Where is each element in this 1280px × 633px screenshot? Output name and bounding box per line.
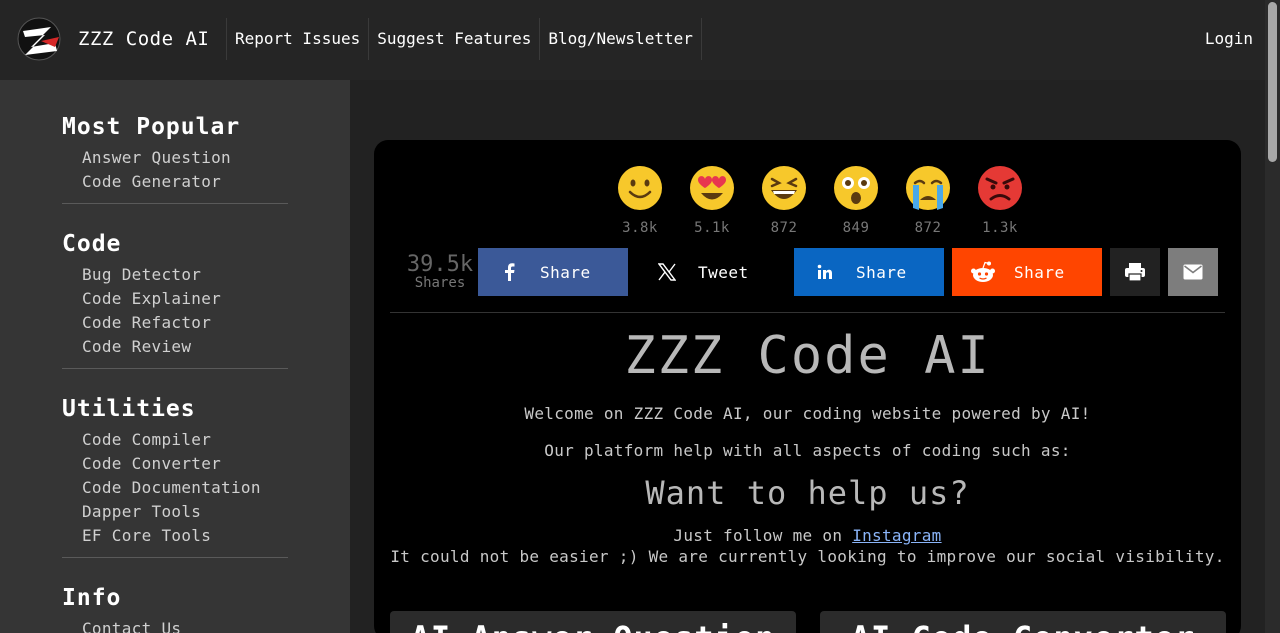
sidebar-item-dapper-tools[interactable]: Dapper Tools [62, 500, 288, 524]
share-count: 39.5k [406, 252, 474, 277]
reaction-laugh[interactable]: 872 [748, 164, 820, 236]
laughing-emoji-icon [762, 166, 806, 210]
reddit-share-button[interactable]: Share [952, 248, 1102, 296]
nav-links: Report Issues Suggest Features Blog/News… [226, 18, 702, 60]
sidebar-item-code-converter[interactable]: Code Converter [62, 452, 288, 476]
heart-eyes-emoji-icon [690, 166, 734, 210]
facebook-icon [478, 263, 540, 281]
scrollbar[interactable] [1265, 0, 1280, 633]
tweet-label: Tweet [698, 262, 749, 282]
sidebar-item-code-generator[interactable]: Code Generator [62, 170, 288, 194]
reaction-smile[interactable]: 3.8k [604, 164, 676, 236]
reaction-count: 3.8k [622, 220, 658, 236]
platform-text: Our platform help with all aspects of co… [544, 441, 1071, 460]
reaction-wow[interactable]: 849 [820, 164, 892, 236]
linkedin-icon [794, 264, 856, 280]
share-count-label: Shares [414, 275, 466, 291]
facebook-share-button[interactable]: Share [478, 248, 628, 296]
sidebar-section-utilities: Utilities Code Compiler Code Converter C… [62, 396, 288, 558]
sidebar-divider [62, 368, 288, 369]
instagram-link[interactable]: Instagram [852, 526, 941, 545]
sidebar-item-bug-detector[interactable]: Bug Detector [62, 263, 288, 287]
reaction-count: 872 [770, 220, 798, 236]
sidebar-section-info: Info Contact Us [62, 585, 288, 633]
angry-emoji-icon [978, 166, 1022, 210]
reaction-count: 872 [914, 220, 942, 236]
page-title: ZZZ Code AI [624, 326, 991, 386]
login-link[interactable]: Login [1205, 29, 1253, 48]
reddit-icon [952, 261, 1014, 283]
sidebar-item-contact-us[interactable]: Contact Us [62, 617, 288, 633]
reddit-share-label: Share [1014, 262, 1065, 282]
sidebar-item-code-explainer[interactable]: Code Explainer [62, 287, 288, 311]
sidebar-item-ef-core-tools[interactable]: EF Core Tools [62, 524, 288, 548]
sidebar-heading: Utilities [62, 396, 196, 422]
top-nav-bar: ZZZ Code AI Report Issues Suggest Featur… [0, 0, 1265, 80]
sidebar-item-code-documentation[interactable]: Code Documentation [62, 476, 288, 500]
envelope-icon [1183, 264, 1203, 280]
facebook-share-label: Share [540, 262, 591, 282]
follow-prefix: Just follow me on [673, 526, 853, 545]
crying-emoji-icon [906, 166, 950, 210]
sidebar-divider [62, 557, 288, 558]
x-twitter-icon [636, 263, 698, 281]
sidebar-item-code-refactor[interactable]: Code Refactor [62, 311, 288, 335]
sidebar-heading: Info [62, 585, 122, 611]
easier-text: It could not be easier ;) We are current… [390, 547, 1225, 566]
tool-tile-title: AI Code Converter [820, 619, 1226, 633]
card-divider [390, 312, 1225, 313]
welcome-text: Welcome on ZZZ Code AI, our coding websi… [524, 404, 1091, 423]
smile-emoji-icon [618, 166, 662, 210]
reaction-angry[interactable]: 1.3k [964, 164, 1036, 236]
reaction-bar: 3.8k 5.1k 872 849 872 1.3k [604, 164, 1036, 236]
sidebar-divider [62, 203, 288, 204]
printer-icon [1125, 263, 1145, 282]
twitter-tweet-button[interactable]: Tweet [636, 248, 786, 296]
zzz-logo-icon[interactable] [15, 17, 65, 61]
sidebar-item-code-review[interactable]: Code Review [62, 335, 288, 359]
brand-name[interactable]: ZZZ Code AI [78, 28, 209, 50]
nav-blog-newsletter[interactable]: Blog/Newsletter [539, 18, 702, 60]
hero-section: ZZZ Code AI Welcome on ZZZ Code AI, our … [374, 326, 1241, 566]
sidebar-heading: Code [62, 231, 122, 257]
reaction-love[interactable]: 5.1k [676, 164, 748, 236]
reaction-count: 1.3k [982, 220, 1018, 236]
reaction-sad[interactable]: 872 [892, 164, 964, 236]
email-share-button[interactable] [1168, 248, 1218, 296]
tool-tile-title: AI Answer Question [390, 619, 796, 633]
main-content-card: 3.8k 5.1k 872 849 872 1.3k 39.5k Shares … [374, 140, 1241, 633]
sidebar-heading: Most Popular [62, 114, 241, 140]
reaction-count: 849 [842, 220, 870, 236]
scrollbar-thumb[interactable] [1268, 2, 1277, 162]
linkedin-share-button[interactable]: Share [794, 248, 944, 296]
nav-suggest-features[interactable]: Suggest Features [368, 18, 539, 60]
astonished-emoji-icon [834, 166, 878, 210]
share-total: 39.5k Shares [404, 252, 476, 291]
help-heading: Want to help us? [645, 474, 970, 512]
tool-tile-answer-question[interactable]: AI Answer Question [390, 611, 796, 633]
print-button[interactable] [1110, 248, 1160, 296]
tool-tile-code-converter[interactable]: AI Code Converter [820, 611, 1226, 633]
reaction-count: 5.1k [694, 220, 730, 236]
follow-text: Just follow me on Instagram [374, 526, 1241, 545]
sidebar-item-answer-question[interactable]: Answer Question [62, 146, 288, 170]
sidebar-section-code: Code Bug Detector Code Explainer Code Re… [62, 231, 288, 369]
nav-report-issues[interactable]: Report Issues [226, 18, 368, 60]
sidebar-section-most-popular: Most Popular Answer Question Code Genera… [62, 114, 288, 204]
sidebar-item-code-compiler[interactable]: Code Compiler [62, 428, 288, 452]
sidebar: Most Popular Answer Question Code Genera… [0, 80, 350, 633]
linkedin-share-label: Share [856, 262, 907, 282]
